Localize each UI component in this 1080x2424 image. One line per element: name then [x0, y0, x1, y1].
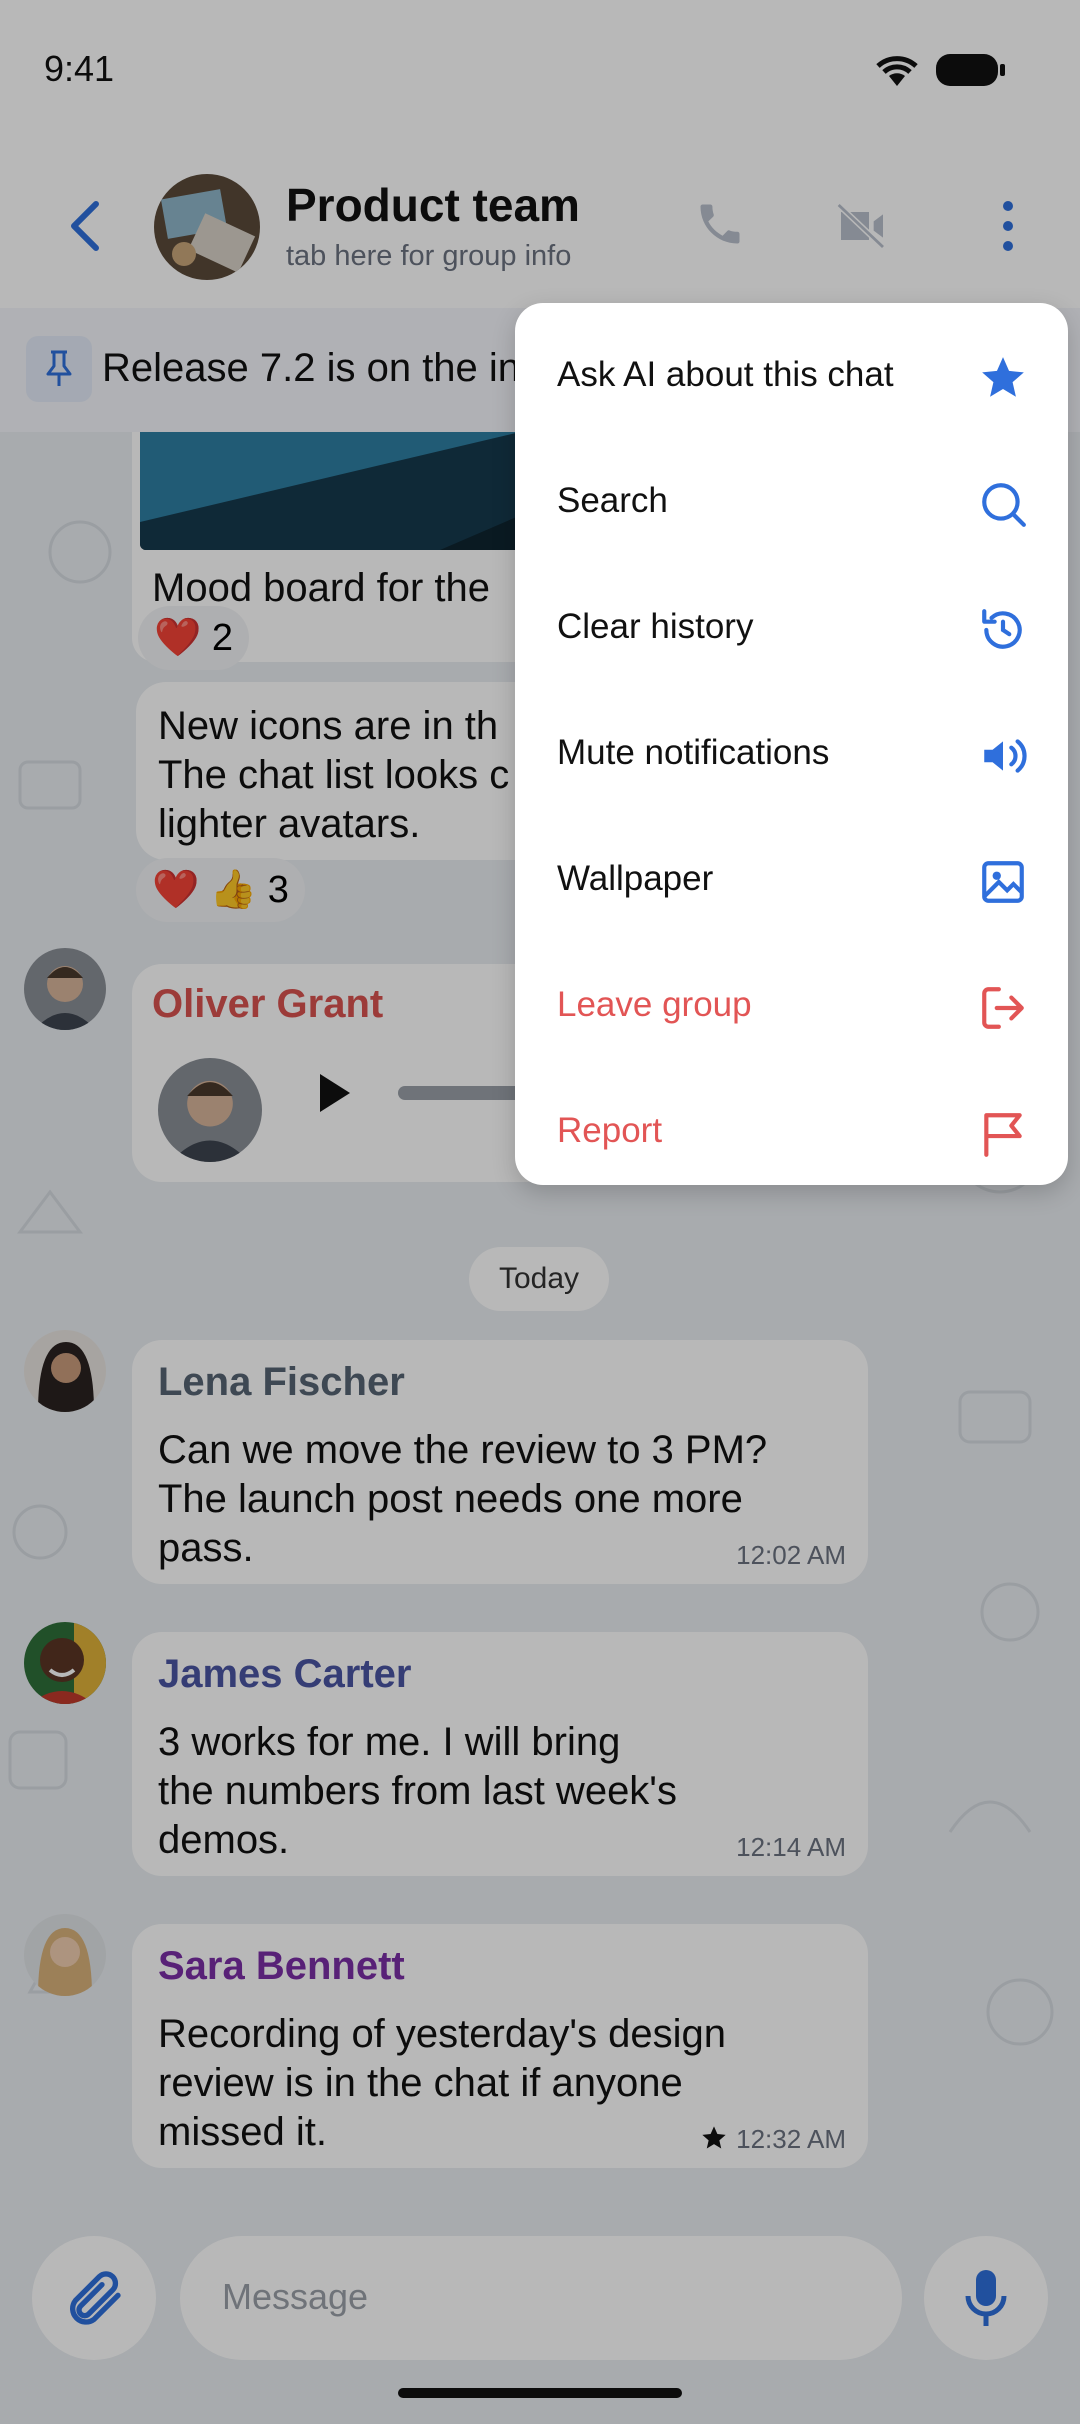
menu-item-clear-history[interactable]: Clear history [515, 567, 1068, 693]
menu-item-label: Report [557, 1111, 663, 1150]
menu-item-label: Ask AI about this chat [557, 355, 894, 394]
exit-icon [982, 987, 1024, 1029]
menu-item-label: Mute notifications [557, 733, 830, 772]
menu-item-label: Clear history [557, 607, 754, 646]
chat-options-menu: Ask AI about this chat Search Clear hist… [515, 303, 1068, 1185]
menu-item-ask-ai[interactable]: Ask AI about this chat [515, 315, 1068, 441]
star-icon [982, 357, 1024, 397]
menu-item-leave-group[interactable]: Leave group [515, 945, 1068, 1071]
menu-item-wallpaper[interactable]: Wallpaper [515, 819, 1068, 945]
search-icon [982, 483, 1026, 527]
menu-item-label: Wallpaper [557, 859, 714, 898]
menu-item-mute[interactable]: Mute notifications [515, 693, 1068, 819]
chat-screen: 9:41 Product team tab here for group inf… [0, 0, 1080, 2424]
flag-icon [984, 1113, 1022, 1157]
image-icon [982, 861, 1024, 903]
menu-item-report[interactable]: Report [515, 1071, 1068, 1197]
menu-item-search[interactable]: Search [515, 441, 1068, 567]
history-icon [982, 609, 1022, 649]
menu-item-label: Leave group [557, 985, 752, 1024]
menu-item-label: Search [557, 481, 668, 520]
speaker-icon [984, 739, 1027, 773]
